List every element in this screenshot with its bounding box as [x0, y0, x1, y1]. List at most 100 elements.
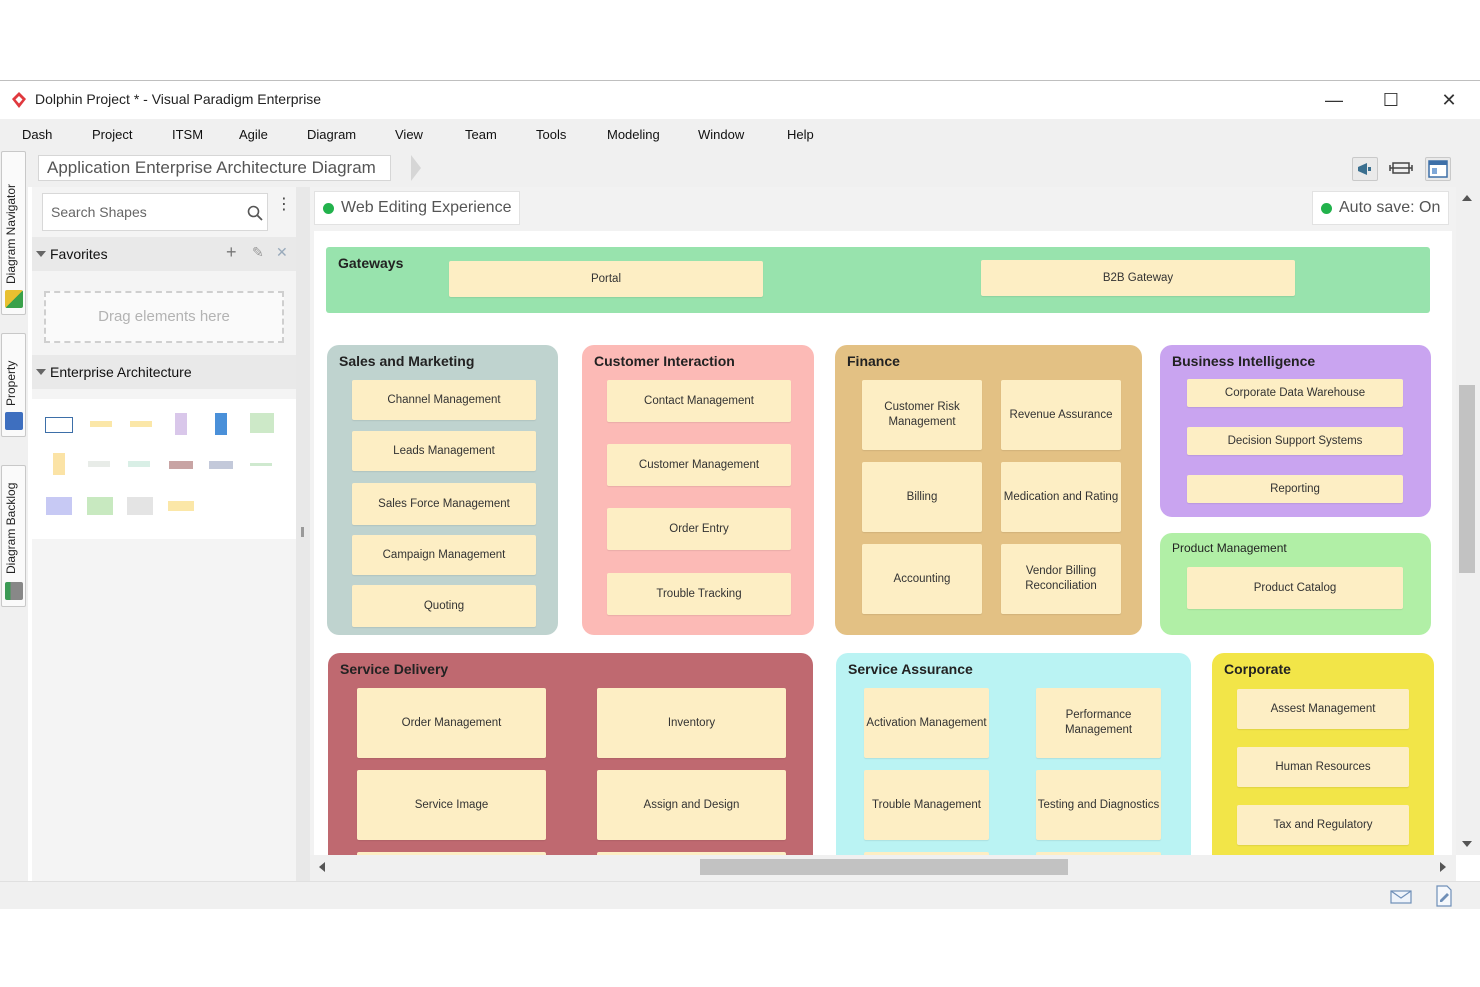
group-service-assurance[interactable]: Service Assurance Activation Management …	[836, 653, 1191, 855]
app-vendor-billing-reconciliation[interactable]: Vendor Billing Reconciliation	[1001, 544, 1121, 614]
app-trouble-management[interactable]: Trouble Management	[864, 770, 989, 840]
edit-pencil-icon[interactable]: ✎	[252, 244, 264, 261]
shape-grey-card[interactable]	[127, 497, 153, 515]
shape-bar-yellow-2[interactable]	[130, 421, 152, 427]
shape-green-card[interactable]	[87, 497, 113, 515]
shape-bar-grey[interactable]	[88, 461, 110, 467]
app-assign-and-design[interactable]: Assign and Design	[597, 770, 786, 840]
collapse-arrow-icon[interactable]	[36, 369, 46, 375]
scroll-down-icon[interactable]	[1462, 841, 1472, 847]
rail-tab-property[interactable]: Property	[1, 333, 26, 437]
app-contact-management[interactable]: Contact Management	[607, 380, 791, 422]
app-order-entry[interactable]: Order Entry	[607, 508, 791, 550]
web-editing-badge[interactable]: Web Editing Experience	[314, 191, 521, 225]
app-activation-management[interactable]: Activation Management	[864, 688, 989, 758]
shape-bar-slate[interactable]	[209, 461, 233, 469]
group-sales-and-marketing[interactable]: Sales and Marketing Channel Management L…	[327, 345, 558, 635]
app-b2b-gateway[interactable]: B2B Gateway	[981, 260, 1295, 296]
app-medication-and-rating[interactable]: Medication and Rating	[1001, 462, 1121, 532]
maximize-icon[interactable]: ☐	[1374, 87, 1408, 113]
shape-tall-blue[interactable]	[215, 413, 227, 435]
menu-agile[interactable]: Agile	[239, 127, 268, 142]
app-reporting[interactable]: Reporting	[1187, 475, 1403, 503]
mail-icon[interactable]	[1390, 889, 1412, 905]
app-inventory[interactable]: Inventory	[597, 688, 786, 758]
menu-help[interactable]: Help	[787, 127, 814, 142]
app-campaign-management[interactable]: Campaign Management	[352, 535, 536, 575]
shape-line-green[interactable]	[250, 463, 272, 466]
document-edit-icon[interactable]	[1434, 885, 1454, 907]
remove-icon[interactable]: ✕	[276, 244, 288, 261]
menu-modeling[interactable]: Modeling	[607, 127, 660, 142]
shape-green-block[interactable]	[250, 413, 274, 433]
menu-tools[interactable]: Tools	[536, 127, 566, 142]
horizontal-scrollbar[interactable]	[310, 855, 1456, 881]
shape-bar-rose[interactable]	[169, 461, 193, 469]
add-icon[interactable]: +	[226, 242, 237, 263]
menu-itsm[interactable]: ITSM	[172, 127, 203, 142]
group-product-management[interactable]: Product Management Product Catalog	[1160, 533, 1431, 635]
menu-team[interactable]: Team	[465, 127, 497, 142]
app-quoting[interactable]: Quoting	[352, 585, 536, 627]
group-corporate[interactable]: Corporate Assest Management Human Resour…	[1212, 653, 1434, 855]
app-customer-management[interactable]: Customer Management	[607, 444, 791, 486]
panel-splitter[interactable]	[296, 187, 310, 881]
group-gateways[interactable]: Gateways Portal B2B Gateway	[326, 247, 1430, 313]
app-testing-and-diagnostics[interactable]: Testing and Diagnostics	[1036, 770, 1161, 840]
app-trouble-tracking[interactable]: Trouble Tracking	[607, 573, 791, 615]
app-channel-management[interactable]: Channel Management	[352, 380, 536, 420]
app-product-catalog[interactable]: Product Catalog	[1187, 567, 1403, 609]
rail-tab-diagram-navigator[interactable]: Diagram Navigator	[1, 151, 26, 315]
app-billing[interactable]: Billing	[862, 462, 982, 532]
shape-tall-yellow[interactable]	[53, 453, 65, 475]
layout-panel-icon[interactable]	[1425, 157, 1451, 181]
app-portal[interactable]: Portal	[449, 261, 763, 297]
app-revenue-assurance[interactable]: Revenue Assurance	[1001, 380, 1121, 450]
vertical-scroll-thumb[interactable]	[1459, 385, 1475, 573]
app-tax-and-regulatory[interactable]: Tax and Regulatory	[1237, 805, 1409, 845]
group-business-intelligence[interactable]: Business Intelligence Corporate Data War…	[1160, 345, 1431, 517]
diagram-canvas[interactable]: Gateways Portal B2B Gateway Sales and Ma…	[314, 231, 1452, 855]
app-human-resources[interactable]: Human Resources	[1237, 747, 1409, 787]
horizontal-scroll-thumb[interactable]	[700, 859, 1068, 875]
shape-lavender-block[interactable]	[46, 497, 72, 515]
menu-project[interactable]: Project	[92, 127, 132, 142]
shape-yellow-card[interactable]	[168, 501, 194, 511]
menu-window[interactable]: Window	[698, 127, 744, 142]
group-finance[interactable]: Finance Customer Risk Management Revenue…	[835, 345, 1142, 635]
app-corporate-data-warehouse[interactable]: Corporate Data Warehouse	[1187, 379, 1403, 407]
menu-dash[interactable]: Dash	[22, 127, 52, 142]
app-performance-management[interactable]: Performance Management	[1036, 688, 1161, 758]
menu-diagram[interactable]: Diagram	[307, 127, 356, 142]
vertical-scrollbar[interactable]	[1456, 187, 1480, 855]
app-accounting[interactable]: Accounting	[862, 544, 982, 614]
app-decision-support-systems[interactable]: Decision Support Systems	[1187, 427, 1403, 455]
announce-icon[interactable]	[1352, 157, 1378, 181]
group-customer-interaction[interactable]: Customer Interaction Contact Management …	[582, 345, 814, 635]
minimize-icon[interactable]: —	[1317, 87, 1351, 113]
app-customer-risk-management[interactable]: Customer Risk Management	[862, 380, 982, 450]
scroll-left-icon[interactable]	[319, 862, 325, 872]
breadcrumb[interactable]: Application Enterprise Architecture Diag…	[38, 155, 391, 181]
group-service-delivery[interactable]: Service Delivery Order Management Invent…	[328, 653, 813, 855]
search-icon[interactable]	[247, 205, 263, 221]
search-input[interactable]: Search Shapes	[42, 193, 268, 231]
scroll-right-icon[interactable]	[1440, 862, 1446, 872]
more-options-icon[interactable]: ⋮	[276, 197, 292, 223]
shape-rectangle[interactable]	[45, 417, 73, 433]
app-sales-force-management[interactable]: Sales Force Management	[352, 483, 536, 525]
favorites-drop-zone[interactable]: Drag elements here	[44, 291, 284, 343]
fit-diagram-icon[interactable]	[1388, 157, 1414, 181]
shape-tall-purple[interactable]	[175, 413, 187, 435]
menu-view[interactable]: View	[395, 127, 423, 142]
favorites-header[interactable]: Favorites + ✎ ✕	[32, 237, 296, 271]
app-service-image[interactable]: Service Image	[357, 770, 546, 840]
shape-bar-yellow[interactable]	[90, 421, 112, 427]
close-icon[interactable]: ✕	[1432, 87, 1466, 113]
enterprise-architecture-header[interactable]: Enterprise Architecture	[32, 355, 296, 389]
rail-tab-diagram-backlog[interactable]: Diagram Backlog	[1, 465, 26, 607]
auto-save-badge[interactable]: Auto save: On	[1312, 191, 1450, 225]
shape-bar-mint[interactable]	[128, 461, 150, 467]
scroll-up-icon[interactable]	[1462, 195, 1472, 201]
app-leads-management[interactable]: Leads Management	[352, 431, 536, 471]
